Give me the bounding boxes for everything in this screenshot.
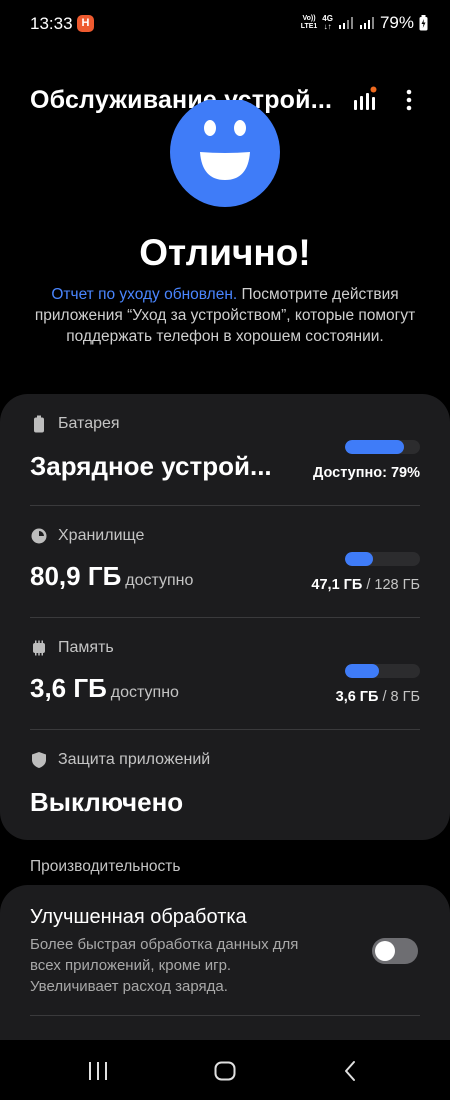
- battery-progress-fill: [345, 440, 405, 454]
- storage-label: Хранилище: [58, 527, 145, 544]
- storage-label-group: Хранилище: [30, 527, 144, 545]
- enhanced-processing-toggle[interactable]: [372, 938, 418, 964]
- memory-chip-icon: [33, 640, 45, 656]
- signal-icon-2: [359, 17, 374, 29]
- shield-icon: [32, 752, 46, 768]
- memory-row[interactable]: Память 3,6 ГБ доступно 3,6 ГБ / 8 ГБ: [0, 618, 450, 730]
- memory-progress-bar: [345, 664, 420, 678]
- app-protection-value: Выключено: [30, 787, 184, 817]
- status-title: Отлично!: [139, 232, 311, 273]
- home-icon[interactable]: [213, 1060, 237, 1082]
- app-protection-label: Защита приложений: [58, 751, 211, 768]
- battery-icon: [34, 415, 44, 433]
- back-icon[interactable]: [340, 1060, 362, 1082]
- enhanced-processing-title[interactable]: Улучшенная обработка: [30, 906, 247, 929]
- memory-value-sub: доступно: [110, 684, 179, 701]
- recent-apps-icon[interactable]: [86, 1060, 110, 1082]
- network-type-icon: 4G ↓↑: [322, 14, 333, 31]
- memory-progress-fill: [345, 664, 379, 678]
- app-protection-label-group: Защита приложений: [30, 751, 210, 769]
- memory-label-group: Память: [30, 639, 114, 657]
- status-time: 13:33: [30, 14, 73, 33]
- storage-progress-fill: [345, 552, 373, 566]
- divider: [30, 1015, 420, 1016]
- battery-progress-bar: [345, 440, 420, 454]
- summary-card: Батарея Зарядное устрой... Доступно: 79%…: [0, 394, 450, 840]
- memory-usage: 3,6 ГБ / 8 ГБ: [335, 689, 420, 705]
- signal-icon: [338, 17, 353, 29]
- battery-label: Батарея: [58, 415, 120, 432]
- navigation-bar: [0, 1040, 450, 1100]
- memory-value: 3,6 ГБ доступно: [30, 673, 179, 703]
- battery-row[interactable]: Батарея Зарядное устрой... Доступно: 79%: [0, 394, 450, 506]
- section-title-performance: Производительность: [30, 858, 181, 875]
- volte-icon: Vo)) LTE1: [300, 15, 318, 30]
- status-description: Отчет по уходу обновлен. Посмотрите дейс…: [30, 284, 420, 347]
- storage-row[interactable]: Хранилище 80,9 ГБ доступно 47,1 ГБ / 128 …: [0, 506, 450, 618]
- storage-value: 80,9 ГБ доступно: [30, 561, 194, 591]
- report-link[interactable]: Отчет по уходу обновлен.: [51, 286, 237, 303]
- pie-chart-icon: [31, 528, 47, 544]
- app-protection-row[interactable]: Защита приложений Выключено: [0, 730, 450, 840]
- notification-icon: H: [77, 15, 94, 32]
- battery-charging-icon: [419, 15, 428, 31]
- status-indicators: Vo)) LTE1 4G ↓↑ 79%: [301, 13, 428, 33]
- more-vertical-icon[interactable]: [398, 88, 420, 112]
- storage-progress-bar: [345, 552, 420, 566]
- signal-bars-icon[interactable]: [352, 86, 378, 112]
- battery-value: Зарядное устрой...: [30, 451, 272, 481]
- battery-available: Доступно: 79%: [312, 465, 420, 481]
- storage-usage: 47,1 ГБ / 128 ГБ: [311, 577, 420, 593]
- battery-percent: 79%: [379, 13, 414, 32]
- happy-face-icon: [170, 100, 280, 207]
- battery-label-group: Батарея: [30, 415, 120, 433]
- enhanced-processing-description: Более быстрая обработка данных для всех …: [30, 936, 299, 995]
- memory-label: Память: [58, 639, 114, 656]
- toggle-knob: [375, 941, 395, 961]
- status-bar: 13:33 H Vo)) LTE1 4G ↓↑ 79%: [0, 0, 450, 48]
- storage-value-sub: доступно: [125, 572, 194, 589]
